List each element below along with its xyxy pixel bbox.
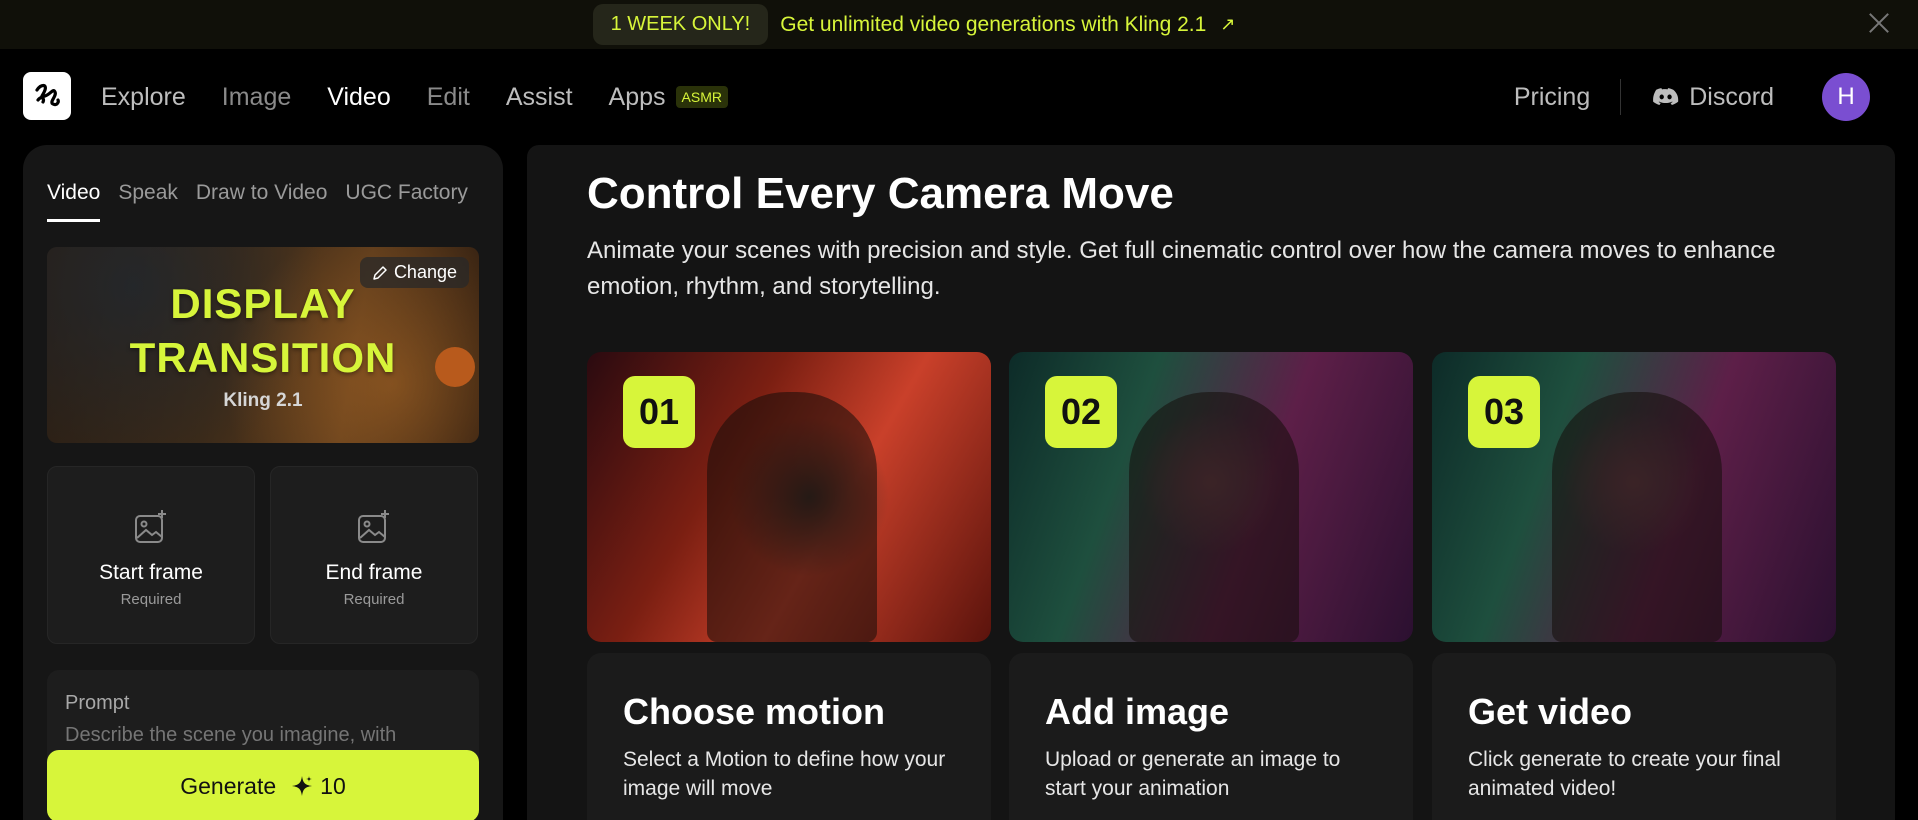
main-content: Control Every Camera Move Animate your s… — [527, 145, 1895, 820]
tab-video[interactable]: Video — [47, 181, 101, 222]
prompt-input[interactable] — [65, 724, 465, 747]
change-button[interactable]: Change — [359, 257, 469, 288]
top-navbar: Explore Image Video Edit Assist Apps ASM… — [0, 49, 1918, 145]
change-label[interactable]: Change — [394, 262, 457, 283]
add-image-icon — [135, 510, 166, 543]
step-photo-figure — [1552, 392, 1722, 642]
step-card-3: Get video Click generate to create your … — [1432, 653, 1836, 820]
promo-text[interactable]: Get unlimited video generations with Kli… — [780, 13, 1206, 37]
nav-image[interactable]: Image — [222, 83, 291, 112]
preview-model: Kling 2.1 — [223, 390, 303, 411]
step-number: 03 — [1468, 376, 1540, 448]
step-number: 01 — [623, 376, 695, 448]
step-title: Choose motion — [623, 691, 885, 732]
step-number: 02 — [1045, 376, 1117, 448]
generate-button[interactable]: Generate 10 — [47, 750, 479, 820]
page-description: Animate your scenes with precision and s… — [587, 237, 1776, 300]
discord-icon — [1653, 88, 1679, 105]
prompt-label: Prompt — [65, 692, 130, 714]
start-frame-label: Start frame — [99, 561, 203, 584]
step-title: Add image — [1045, 691, 1230, 732]
nav-links: Explore Image Video Edit Assist Apps ASM… — [101, 49, 728, 145]
step-card-2: Add image Upload or generate an image to… — [1009, 653, 1413, 820]
end-frame-label: End frame — [325, 561, 423, 584]
generator-panel: Video Speak Draw to Video UGC Factory DI… — [23, 145, 503, 820]
nav-right: Pricing Discord H — [1514, 49, 1918, 145]
step-image-3: 03 — [1432, 352, 1836, 642]
tab-draw-to-video[interactable]: Draw to Video — [196, 181, 328, 222]
end-frame-required: Required — [343, 591, 405, 608]
step-image-1: 01 — [587, 352, 991, 642]
nav-apps[interactable]: Apps — [609, 83, 666, 112]
preview-title-line2: TRANSITION — [129, 334, 397, 381]
page-title: Control Every Camera Move — [587, 169, 1174, 218]
generate-cost-value: 10 — [320, 772, 346, 799]
nav-apps-wrap[interactable]: Apps ASMR — [609, 83, 728, 112]
step-text: Select a Motion to define how your image… — [623, 748, 946, 800]
close-icon[interactable] — [1866, 10, 1892, 36]
step-card-1: Choose motion Select a Motion to define … — [587, 653, 991, 820]
promo-content[interactable]: 1 WEEK ONLY! Get unlimited video generat… — [592, 4, 1235, 45]
discord-link[interactable]: Discord — [1653, 83, 1774, 112]
step-photo-figure — [707, 392, 877, 642]
asmr-badge: ASMR — [675, 86, 728, 108]
nav-pricing[interactable]: Pricing — [1514, 83, 1590, 112]
nav-edit[interactable]: Edit — [427, 83, 470, 112]
step-image-2: 02 — [1009, 352, 1413, 642]
generate-label[interactable]: Generate — [180, 773, 276, 800]
nav-assist[interactable]: Assist — [506, 83, 573, 112]
nav-divider — [1620, 79, 1622, 115]
logo-icon[interactable] — [23, 72, 71, 120]
promo-badge: 1 WEEK ONLY! — [592, 4, 769, 45]
generate-cost: 10 — [290, 773, 346, 800]
promo-text-wrap[interactable]: Get unlimited video generations with Kli… — [780, 13, 1235, 37]
generator-tabs: Video Speak Draw to Video UGC Factory — [47, 181, 468, 222]
start-frame-upload[interactable]: Start frame Required — [47, 466, 255, 644]
avatar[interactable]: H — [1822, 73, 1870, 121]
pencil-icon — [373, 265, 387, 280]
start-frame-required: Required — [120, 591, 182, 608]
motion-preview[interactable]: DISPLAY TRANSITION Kling 2.1 Change — [47, 247, 479, 443]
step-text: Upload or generate an image to start you… — [1045, 748, 1341, 800]
preview-title: DISPLAY TRANSITION — [47, 277, 479, 385]
external-arrow-icon: ↗ — [1220, 14, 1236, 34]
sparkle-icon — [292, 776, 313, 796]
end-frame-upload[interactable]: End frame Required — [270, 466, 478, 644]
step-text: Click generate to create your final anim… — [1468, 748, 1781, 800]
nav-explore[interactable]: Explore — [101, 83, 186, 112]
nav-video[interactable]: Video — [327, 83, 391, 112]
discord-label[interactable]: Discord — [1689, 83, 1774, 112]
add-image-icon — [358, 510, 389, 543]
step-title: Get video — [1468, 691, 1633, 732]
tab-speak[interactable]: Speak — [118, 181, 178, 222]
tab-ugc-factory[interactable]: UGC Factory — [345, 181, 468, 222]
promo-banner: 1 WEEK ONLY! Get unlimited video generat… — [0, 0, 1918, 49]
step-photo-figure — [1129, 392, 1299, 642]
